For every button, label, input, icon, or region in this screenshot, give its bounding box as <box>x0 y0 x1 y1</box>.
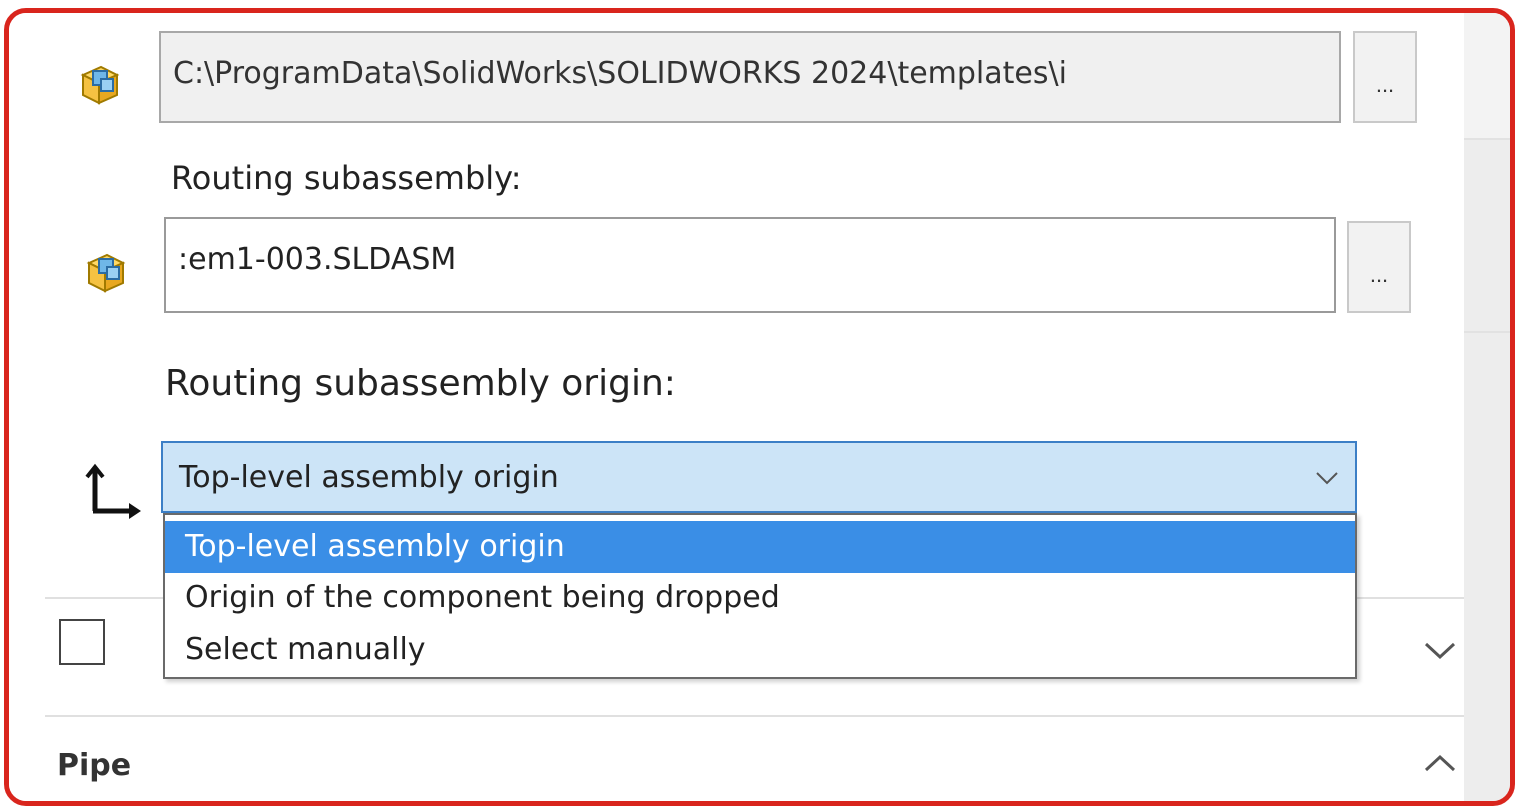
scrollbar-divider <box>1464 331 1510 333</box>
scrollbar-track-top <box>1464 13 1510 138</box>
scrollbar-divider <box>1464 138 1510 140</box>
routing-subassembly-field[interactable]: :em1-003.SLDASM <box>164 217 1336 313</box>
routing-subassembly-browse-button[interactable]: ... <box>1347 221 1411 313</box>
routing-origin-select-value: Top-level assembly origin <box>179 460 559 495</box>
chevron-down-icon[interactable] <box>1423 641 1457 661</box>
routing-subassembly-label: Routing subassembly: <box>171 159 522 197</box>
assembly-icon <box>80 65 120 105</box>
origin-option-top-level[interactable]: Top-level assembly origin <box>165 521 1355 573</box>
template-path-field[interactable]: C:\ProgramData\SolidWorks\SOLIDWORKS 202… <box>159 31 1341 123</box>
section-divider <box>45 715 1465 717</box>
routing-origin-dropdown: Top-level assembly origin Origin of the … <box>163 513 1357 679</box>
pipe-section-title: Pipe <box>57 748 132 783</box>
assembly-icon <box>86 253 126 293</box>
chevron-up-icon[interactable] <box>1423 753 1457 773</box>
pipe-field-edge <box>159 805 1339 806</box>
origin-option-component-dropped[interactable]: Origin of the component being dropped <box>165 573 1355 623</box>
vertical-scrollbar[interactable] <box>1464 13 1510 801</box>
highlight-frame: C:\ProgramData\SolidWorks\SOLIDWORKS 202… <box>4 8 1515 806</box>
routing-origin-select[interactable]: Top-level assembly origin <box>161 441 1357 513</box>
chevron-down-icon <box>1316 472 1338 485</box>
property-manager-panel: C:\ProgramData\SolidWorks\SOLIDWORKS 202… <box>9 13 1465 806</box>
section-checkbox[interactable] <box>59 619 105 665</box>
template-browse-button[interactable]: ... <box>1353 31 1417 123</box>
origin-option-select-manually[interactable]: Select manually <box>165 625 1355 675</box>
axis-origin-icon <box>85 463 141 519</box>
routing-origin-label: Routing subassembly origin: <box>165 363 676 404</box>
